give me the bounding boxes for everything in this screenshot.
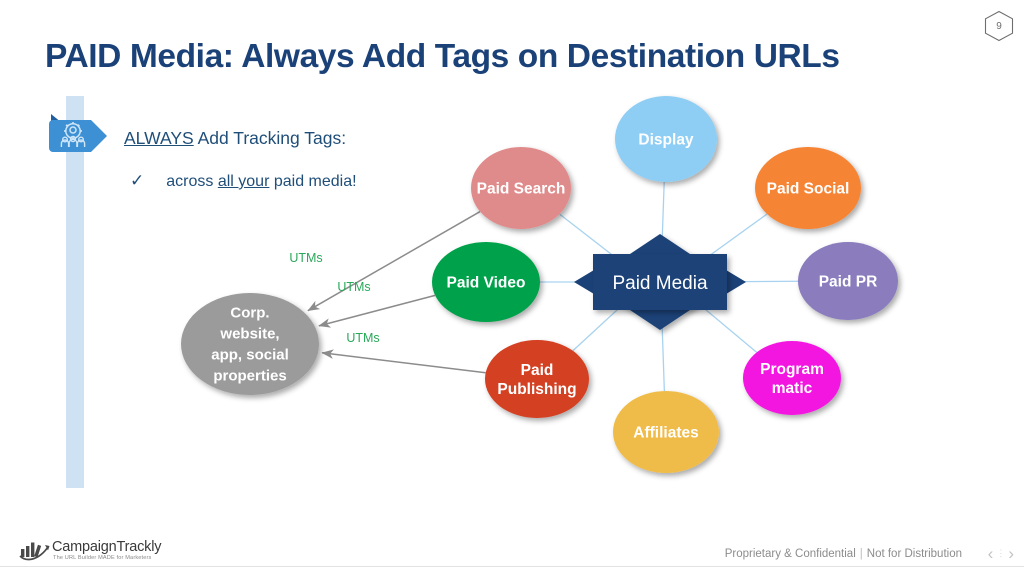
channel-node[interactable]: Paid PR bbox=[798, 242, 898, 320]
paid-media-diagram: Corp. website, app, social properties Paid … bbox=[181, 96, 898, 473]
confidentiality-note: Proprietary & Confidential | Not for Distr… bbox=[725, 548, 962, 560]
bullet-text: across all your paid media! bbox=[166, 173, 356, 191]
tracking-tags-heading: ALWAYS Add Tracking Tags: bbox=[124, 128, 346, 149]
destination-node-label: properties bbox=[213, 368, 286, 385]
channel-node-label: Publishing bbox=[497, 381, 576, 398]
channel-node-label: Paid Search bbox=[477, 181, 566, 198]
utm-arrow-label: UTMs bbox=[346, 331, 379, 345]
channel-node-label: Paid PR bbox=[819, 274, 878, 291]
destination-node-label: website, bbox=[219, 326, 279, 343]
all-your-emphasis: all your bbox=[217, 173, 270, 190]
page-number-badge: 9 bbox=[984, 10, 1014, 42]
channel-node[interactable]: Affiliates bbox=[613, 391, 719, 473]
paid-media-bullet: ✓ across all your paid media! bbox=[130, 171, 357, 191]
channel-node-label: Paid Social bbox=[767, 181, 850, 198]
center-node-label: Paid Media bbox=[612, 273, 707, 294]
channel-node-label: matic bbox=[772, 380, 813, 397]
channel-node-label: Paid bbox=[521, 362, 554, 379]
page-number: 9 bbox=[996, 20, 1002, 32]
utm-arrow bbox=[318, 294, 436, 328]
next-slide-button[interactable]: › bbox=[1008, 545, 1014, 562]
channel-node[interactable]: Program matic bbox=[743, 341, 841, 415]
check-icon: ✓ bbox=[130, 171, 145, 190]
always-emphasis: ALWAYS bbox=[124, 128, 194, 148]
destination-node-label: Corp. bbox=[230, 305, 269, 322]
channel-node[interactable]: Display bbox=[615, 96, 717, 182]
channel-node-label: Program bbox=[760, 361, 824, 378]
utm-arrow-label: UTMs bbox=[337, 280, 370, 294]
nav-dots-icon: ⋮ bbox=[996, 548, 1006, 558]
previous-slide-button[interactable]: ‹ bbox=[988, 545, 994, 562]
channel-node[interactable]: Paid Search bbox=[471, 147, 571, 229]
channel-node[interactable]: Paid Social bbox=[755, 147, 861, 229]
channel-node[interactable]: Paid Publishing bbox=[485, 340, 589, 418]
note-left: Proprietary & Confidential bbox=[724, 548, 856, 560]
center-node-paid-media[interactable]: Paid Media bbox=[574, 234, 746, 330]
note-separator: | bbox=[859, 548, 863, 560]
bullet-pre: across bbox=[166, 173, 218, 190]
channel-node[interactable]: Paid Video bbox=[432, 242, 540, 322]
destination-node[interactable]: Corp. website, app, social properties bbox=[181, 293, 319, 395]
channel-node-label: Paid Video bbox=[447, 275, 526, 292]
slide-navigation[interactable]: ‹ ⋮ › bbox=[988, 545, 1014, 562]
logo-tagline: The URL Builder MADE for Marketers bbox=[53, 555, 152, 561]
slide-canvas: 9 PAID Media: Always Add Tags on Destina… bbox=[0, 0, 1024, 579]
gear-people-icon bbox=[49, 112, 111, 162]
bullet-post: paid media! bbox=[269, 173, 357, 190]
heading-rest: Add Tracking Tags: bbox=[193, 128, 347, 148]
utm-arrow-label: UTMs bbox=[289, 251, 322, 265]
channel-node-label: Affiliates bbox=[633, 425, 698, 442]
page-title: PAID Media: Always Add Tags on Destinati… bbox=[45, 38, 840, 75]
destination-node-label: app, social bbox=[211, 347, 289, 364]
utm-arrow bbox=[321, 349, 486, 374]
channel-node-label: Display bbox=[638, 132, 694, 149]
note-right: Not for Distribution bbox=[866, 548, 962, 560]
logo-wordmark: CampaignTrackly bbox=[52, 539, 162, 555]
